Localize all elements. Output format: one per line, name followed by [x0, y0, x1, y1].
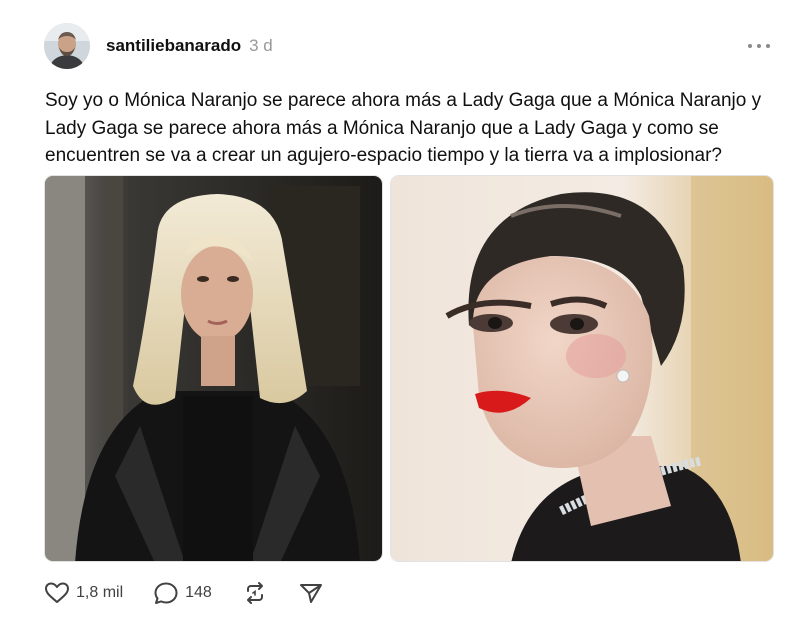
more-horizontal-icon — [748, 44, 752, 48]
photo-blonde-woman — [45, 176, 382, 561]
photo-woman-red-lips — [391, 176, 773, 561]
username[interactable]: santiliebanarado — [106, 36, 241, 56]
post-header: santiliebanarado 3 d — [44, 22, 774, 70]
action-bar: 1,8 mil 148 — [44, 578, 354, 608]
more-horizontal-icon — [757, 44, 761, 48]
like-count: 1,8 mil — [76, 584, 124, 601]
comment-count: 148 — [185, 584, 212, 601]
repost-icon — [246, 582, 263, 604]
comment-button[interactable]: 148 — [153, 581, 212, 605]
like-button[interactable]: 1,8 mil — [44, 581, 123, 605]
post-text: Soy yo o Mónica Naranjo se parece ahora … — [45, 90, 762, 166]
share-button[interactable] — [298, 581, 324, 605]
post-image-1[interactable] — [44, 175, 383, 562]
comment-bubble-icon — [154, 582, 178, 604]
repost-button[interactable] — [242, 581, 268, 605]
post-image-2[interactable] — [390, 175, 774, 562]
more-options-button[interactable] — [748, 36, 770, 56]
more-horizontal-icon — [766, 44, 770, 48]
heart-icon — [45, 582, 69, 603]
avatar[interactable] — [44, 23, 90, 69]
send-icon — [299, 584, 322, 603]
timestamp: 3 d — [249, 36, 273, 55]
avatar-image — [44, 23, 90, 69]
